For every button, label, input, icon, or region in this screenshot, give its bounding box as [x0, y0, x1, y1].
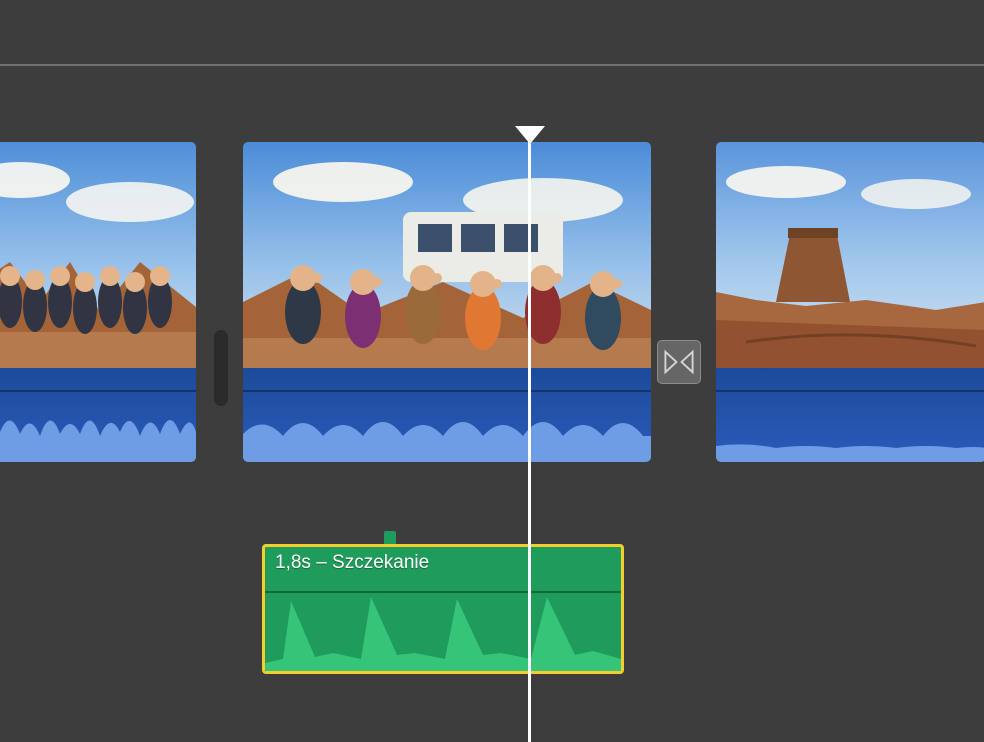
- clip-audio-track[interactable]: [0, 368, 196, 462]
- video-clip-3[interactable]: [716, 142, 984, 462]
- video-clip-1[interactable]: [0, 142, 196, 462]
- transition-cross-dissolve[interactable]: [657, 340, 701, 384]
- audio-waveform: [243, 400, 651, 462]
- timeline-area[interactable]: 1,8s – Szczekanie: [0, 66, 984, 676]
- toolbar-spacer: [0, 0, 984, 66]
- audio-waveform: [716, 400, 984, 462]
- clip-thumbnail: [0, 142, 196, 368]
- clip-audio-track[interactable]: [243, 368, 651, 462]
- sfx-waveform: [265, 593, 621, 673]
- audio-waveform: [0, 400, 196, 462]
- audio-volume-line[interactable]: [0, 390, 196, 392]
- sound-effect-clip[interactable]: 1,8s – Szczekanie: [262, 544, 624, 674]
- playhead-line[interactable]: [528, 138, 531, 742]
- audio-volume-line[interactable]: [243, 390, 651, 392]
- transition-icon: [662, 345, 696, 379]
- sfx-clip-label: 1,8s – Szczekanie: [275, 552, 429, 574]
- video-clip-2[interactable]: [243, 142, 651, 462]
- audio-volume-line[interactable]: [716, 390, 984, 392]
- playhead-marker-icon[interactable]: [515, 126, 545, 144]
- clip-edge-drag-handle[interactable]: [214, 330, 228, 406]
- clip-thumbnail: [716, 142, 984, 368]
- clip-thumbnail: [243, 142, 651, 368]
- clip-audio-track[interactable]: [716, 368, 984, 462]
